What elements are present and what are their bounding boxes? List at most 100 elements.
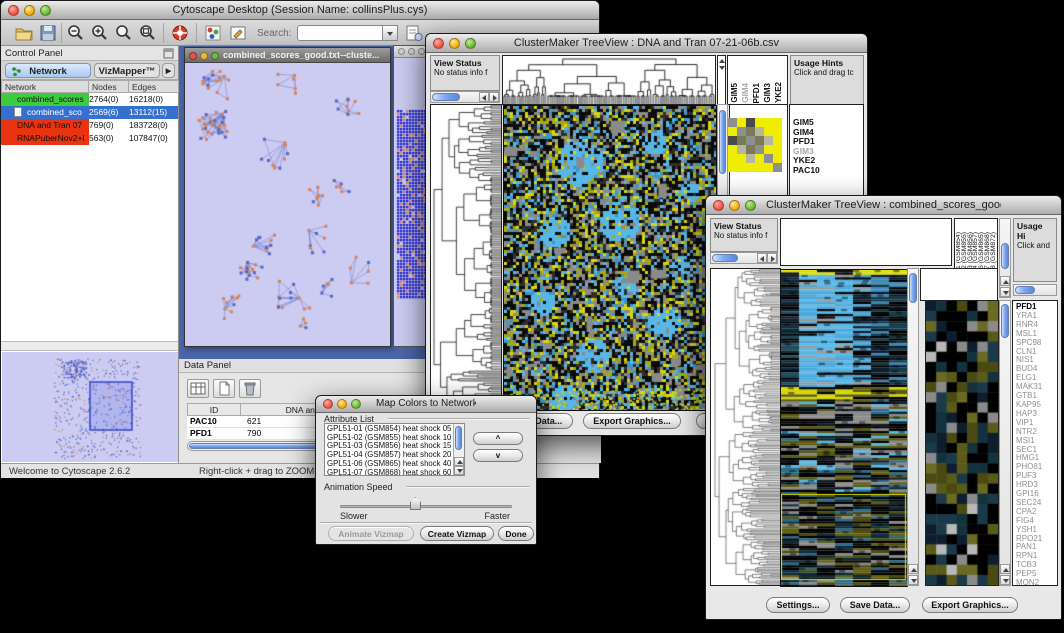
panel-splitter[interactable] bbox=[1, 341, 178, 351]
zoom-button[interactable] bbox=[40, 5, 51, 16]
column-labels-scrollbar[interactable] bbox=[999, 218, 1011, 298]
column-label[interactable]: YKE2 bbox=[774, 82, 783, 103]
network-table-row[interactable]: combined_sco2569(6)13112(15) bbox=[1, 106, 178, 119]
zoom-in-icon[interactable] bbox=[91, 24, 109, 42]
grid-network-canvas[interactable] bbox=[394, 58, 428, 346]
row-dendrogram[interactable] bbox=[431, 105, 501, 409]
column-header-network[interactable]: Network bbox=[1, 80, 89, 93]
scrollbar-thumb[interactable] bbox=[909, 273, 917, 303]
scrollbar-thumb[interactable] bbox=[455, 426, 462, 450]
scroll-right-button[interactable] bbox=[489, 92, 499, 102]
tab-overflow-arrow[interactable]: ▶ bbox=[162, 63, 175, 78]
scroll-up-button[interactable] bbox=[1000, 564, 1010, 574]
scroll-up-button[interactable] bbox=[454, 457, 464, 466]
close-button[interactable] bbox=[433, 38, 444, 49]
cluster-heatmap[interactable] bbox=[503, 105, 717, 411]
zoom-heatmap[interactable] bbox=[926, 301, 998, 585]
zoom-icon[interactable] bbox=[211, 52, 219, 60]
zoom-button[interactable] bbox=[465, 38, 476, 49]
export-graphics-button[interactable]: Export Graphics... bbox=[583, 413, 681, 429]
save-session-icon[interactable] bbox=[39, 24, 57, 42]
column-header-nodes[interactable]: Nodes bbox=[89, 80, 129, 93]
move-down-button[interactable]: v bbox=[473, 449, 523, 462]
minimize-icon[interactable] bbox=[408, 48, 415, 55]
scroll-down-button[interactable] bbox=[908, 575, 918, 585]
row-label[interactable]: PAC10 bbox=[793, 166, 820, 176]
column-label[interactable]: PAC10 bbox=[785, 78, 786, 103]
data-column-id[interactable]: ID bbox=[187, 403, 241, 416]
close-button[interactable] bbox=[8, 5, 19, 16]
close-icon[interactable] bbox=[398, 48, 405, 55]
tab-vizmapper[interactable]: VizMapper™ bbox=[94, 63, 160, 78]
done-button[interactable]: Done bbox=[498, 526, 534, 541]
new-attribute-icon[interactable] bbox=[213, 379, 235, 398]
scrollbar-thumb[interactable] bbox=[712, 254, 738, 262]
minimize-button[interactable] bbox=[24, 5, 35, 16]
scrollbar-thumb[interactable] bbox=[432, 93, 460, 101]
float-panel-icon[interactable] bbox=[163, 48, 174, 59]
gene-label[interactable]: MON2 bbox=[1016, 579, 1042, 588]
network-table-row[interactable]: RNAPuberNov2+I563(0)107847(0) bbox=[1, 132, 178, 145]
network-table-row[interactable]: DNA and Tran 07769(0)183728(0) bbox=[1, 119, 178, 132]
scroll-down-button[interactable] bbox=[1000, 287, 1010, 297]
scrollbar-thumb[interactable] bbox=[1001, 304, 1009, 338]
global-matrix-view[interactable] bbox=[728, 118, 782, 172]
create-vizmap-button[interactable]: Create Vizmap bbox=[420, 526, 494, 541]
search-input[interactable] bbox=[297, 25, 383, 41]
move-up-button[interactable]: ^ bbox=[473, 432, 523, 445]
close-button[interactable] bbox=[713, 200, 724, 211]
tab-network[interactable]: Network bbox=[5, 63, 91, 78]
gene-list-scrollbar[interactable] bbox=[999, 300, 1011, 586]
network-table-row[interactable]: combined_scores2764(0)16218(0) bbox=[1, 93, 178, 106]
save-data-button[interactable]: Save Data... bbox=[840, 597, 910, 613]
zoom-out-icon[interactable] bbox=[67, 24, 85, 42]
cytoscape-titlebar[interactable]: Cytoscape Desktop (Session Name: collins… bbox=[1, 1, 599, 20]
dialog-titlebar[interactable]: Map Colors to Network bbox=[316, 396, 536, 413]
column-label[interactable]: GIM3 bbox=[763, 83, 772, 103]
zoom-button[interactable] bbox=[745, 200, 756, 211]
close-icon[interactable] bbox=[189, 52, 197, 60]
birdseye-view[interactable] bbox=[2, 352, 178, 462]
scroll-down-button[interactable] bbox=[1000, 575, 1010, 585]
zoom-fit-icon[interactable] bbox=[115, 24, 133, 42]
help-icon[interactable] bbox=[171, 24, 189, 42]
scroll-left-button[interactable] bbox=[757, 253, 767, 263]
minimize-button[interactable] bbox=[337, 399, 347, 409]
zoom-selected-icon[interactable] bbox=[139, 24, 157, 42]
zoom-button[interactable] bbox=[351, 399, 361, 409]
delete-attribute-icon[interactable] bbox=[239, 379, 261, 398]
animation-speed-slider[interactable] bbox=[340, 505, 512, 508]
usage-scrollbar[interactable] bbox=[1013, 284, 1057, 296]
settings-button[interactable]: Settings... bbox=[766, 597, 830, 613]
treeview2-titlebar[interactable]: ClusterMaker TreeView : combined_scores_… bbox=[706, 196, 1061, 215]
annotation-icon[interactable] bbox=[229, 24, 247, 42]
minimize-button[interactable] bbox=[449, 38, 460, 49]
scrollbar-thumb[interactable] bbox=[1001, 243, 1009, 269]
network-view-titlebar[interactable]: combined_scores_good.txt--cluste... bbox=[185, 48, 390, 63]
cluster-heatmap[interactable] bbox=[780, 269, 908, 587]
column-label[interactable]: GIM5 bbox=[730, 83, 739, 103]
scroll-strip[interactable] bbox=[717, 55, 726, 105]
minimize-button[interactable] bbox=[729, 200, 740, 211]
column-label[interactable]: PFD1 bbox=[752, 83, 761, 103]
column-header-edges[interactable]: Edges bbox=[129, 80, 179, 93]
minimize-icon[interactable] bbox=[200, 52, 208, 60]
scroll-down-button[interactable] bbox=[454, 466, 464, 475]
slider-handle[interactable] bbox=[410, 497, 421, 510]
scroll-left-button[interactable] bbox=[479, 92, 489, 102]
attribute-list-item[interactable]: GPL51-07 (GSM868) heat shock 60 min bbox=[325, 469, 453, 476]
vizmapper-icon[interactable] bbox=[204, 24, 222, 42]
column-dendrogram[interactable] bbox=[503, 56, 715, 104]
export-graphics-button[interactable]: Export Graphics... bbox=[922, 597, 1018, 613]
zoom-icon[interactable] bbox=[418, 48, 425, 55]
view-status-scrollbar[interactable] bbox=[430, 91, 500, 103]
open-session-icon[interactable] bbox=[15, 24, 33, 42]
scroll-up-button[interactable] bbox=[908, 564, 918, 574]
network-canvas[interactable] bbox=[185, 63, 390, 346]
close-button[interactable] bbox=[323, 399, 333, 409]
animate-vizmap-button[interactable]: Animate Vizmap bbox=[328, 526, 414, 541]
attribute-list-scrollbar[interactable] bbox=[453, 424, 464, 475]
heatmap-vscrollbar[interactable] bbox=[907, 268, 919, 586]
search-dropdown-button[interactable] bbox=[383, 25, 398, 41]
scrollbar-thumb[interactable] bbox=[719, 110, 726, 174]
